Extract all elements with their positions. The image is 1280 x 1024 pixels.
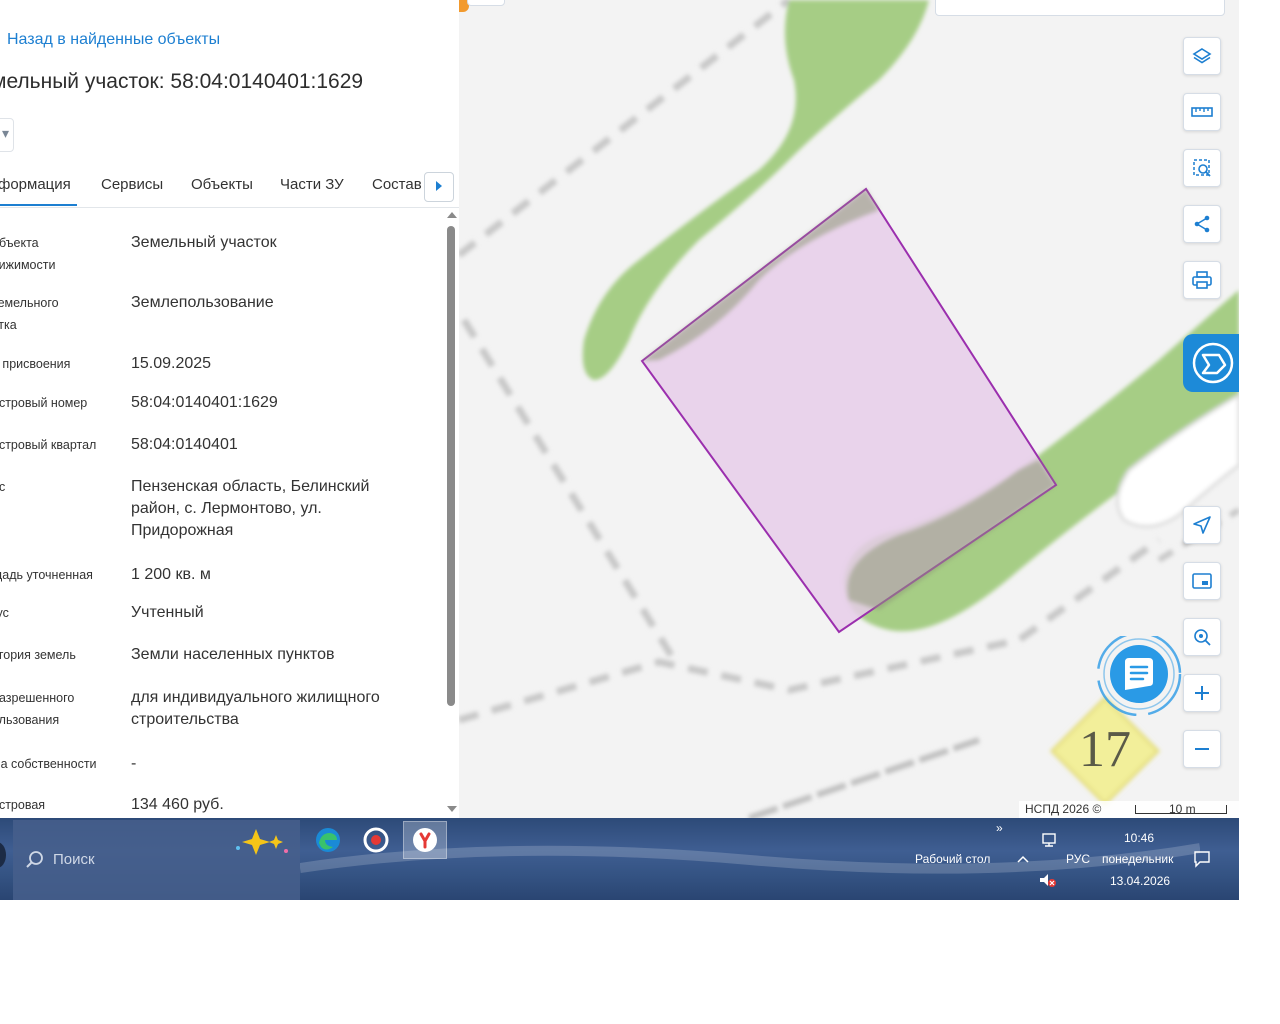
chevron-down-icon: ▾ xyxy=(1,125,9,141)
property-label: а присвоения xyxy=(0,357,71,371)
zoom-in-button[interactable] xyxy=(1183,674,1221,712)
navigate-icon xyxy=(1193,516,1211,534)
map-search-box[interactable] xyxy=(935,0,1225,16)
input-language[interactable]: РУС xyxy=(1066,852,1090,866)
ruler-button[interactable] xyxy=(1183,93,1221,131)
property-value: Земли населенных пунктов xyxy=(131,646,335,663)
property-label: земельногостка xyxy=(0,296,59,332)
property-value: Земельный участок xyxy=(131,234,277,251)
object-info-panel: Назад в найденные объекты мельный участо… xyxy=(0,0,459,818)
locate-icon xyxy=(1194,629,1211,646)
windows-taskbar: Поиск » Рабочий стол РУС 10:46 понедельн… xyxy=(0,818,1239,900)
yandex-browser-icon[interactable] xyxy=(403,821,447,859)
nspd-logo-icon xyxy=(1192,342,1234,384)
tabs-next-button[interactable] xyxy=(424,172,454,202)
zoom-out-button[interactable] xyxy=(1183,730,1221,768)
chevron-right-icon xyxy=(436,181,442,191)
share-icon xyxy=(1194,215,1210,233)
object-title: мельный участок: 58:04:0140401:1629 xyxy=(0,70,364,93)
scale-label: 10 m xyxy=(1169,802,1196,816)
property-label: объектавижимости xyxy=(0,236,56,272)
clock-date[interactable]: 13.04.2026 xyxy=(1110,874,1170,888)
property-value: Пензенская область, Белинский район, с. … xyxy=(131,478,370,539)
clock-time[interactable]: 10:46 xyxy=(1124,831,1154,845)
tab-objects[interactable]: Объекты xyxy=(191,176,253,193)
property-value: Землепользование xyxy=(131,294,274,311)
share-button[interactable] xyxy=(1183,205,1221,243)
dropdown-button[interactable]: ▾ xyxy=(0,118,14,152)
property-label: егория земель xyxy=(0,648,76,662)
map-view[interactable]: 17 НСПД 2026 © 10 m xyxy=(459,0,1239,818)
toolbar-overflow-chevron[interactable]: » xyxy=(996,821,1003,835)
network-icon[interactable] xyxy=(1040,832,1058,848)
tab-services[interactable]: Сервисы xyxy=(101,176,163,193)
chat-widget-button[interactable] xyxy=(1095,636,1183,716)
notifications-icon[interactable] xyxy=(1193,850,1211,868)
zoom-in-icon xyxy=(1195,686,1209,700)
search-icon xyxy=(26,851,43,868)
tab-composition[interactable]: Состав xyxy=(372,176,422,193)
ruler-icon xyxy=(1191,107,1213,117)
volume-muted-icon[interactable] xyxy=(1038,872,1058,888)
back-to-results-link[interactable]: Назад в найденные объекты xyxy=(7,31,220,49)
properties-list: объектавижимости Земельный участок земел… xyxy=(0,208,444,818)
clock-day[interactable]: понедельник xyxy=(1102,852,1173,866)
map-top-button[interactable] xyxy=(467,0,505,6)
select-area-button[interactable] xyxy=(1183,149,1221,187)
property-label: разрешенногоользования xyxy=(0,691,75,727)
property-value: Учтенный xyxy=(131,604,204,621)
minimap-icon xyxy=(1192,573,1212,589)
search-placeholder: Поиск xyxy=(53,851,95,868)
tab-parts[interactable]: Части ЗУ xyxy=(280,176,344,193)
start-button[interactable] xyxy=(0,842,6,868)
scroll-down-arrow[interactable] xyxy=(447,806,457,812)
properties-scrollbar[interactable] xyxy=(444,208,459,818)
chevron-up-icon[interactable] xyxy=(1016,854,1030,864)
property-value: 15.09.2025 xyxy=(131,355,212,372)
desktop-toolbar-label[interactable]: Рабочий стол xyxy=(915,852,990,866)
property-value: 1 200 кв. м xyxy=(131,566,211,583)
property-label: щадь уточненная xyxy=(0,568,93,582)
layers-button[interactable] xyxy=(1183,37,1221,75)
active-tab-indicator xyxy=(0,204,77,206)
copilot-sparkle-icon[interactable] xyxy=(232,823,292,861)
print-button[interactable] xyxy=(1183,261,1221,299)
print-icon xyxy=(1192,271,1212,289)
select-area-icon xyxy=(1193,159,1211,177)
zoom-out-icon xyxy=(1195,748,1209,750)
locate-button[interactable] xyxy=(1183,618,1221,656)
property-value: для индивидуального жилищного строительс… xyxy=(131,689,380,728)
property-value[interactable]: 58:04:0140401 xyxy=(131,434,421,456)
tab-information[interactable]: формация xyxy=(0,176,71,193)
nspd-assistant-button[interactable] xyxy=(1183,334,1239,392)
block-number-text: 17 xyxy=(1079,721,1131,778)
minimap-button[interactable] xyxy=(1183,562,1221,600)
map-attribution: НСПД 2026 © 10 m xyxy=(1019,801,1239,818)
property-label: гус xyxy=(0,606,9,620)
c-app-icon[interactable] xyxy=(354,821,398,859)
scroll-up-arrow[interactable] xyxy=(447,212,457,218)
property-label: ес xyxy=(0,480,6,494)
layers-icon xyxy=(1192,48,1212,64)
attribution-text: НСПД 2026 © xyxy=(1025,802,1102,816)
property-label: астровый квартал xyxy=(0,438,97,452)
chat-icon xyxy=(1125,658,1153,690)
property-value[interactable]: 58:04:0140401:1629 xyxy=(131,392,421,414)
navigate-button[interactable] xyxy=(1183,506,1221,544)
property-value: 134 460 руб. xyxy=(131,796,224,813)
property-label: астровый номер xyxy=(0,396,88,410)
property-label: астровая xyxy=(0,798,46,812)
property-value: - xyxy=(131,755,137,772)
edge-browser-icon[interactable] xyxy=(306,821,350,859)
scroll-thumb[interactable] xyxy=(447,226,455,706)
property-label: ма собственности xyxy=(0,757,97,771)
info-tabs: формация Сервисы Объекты Части ЗУ Состав xyxy=(0,171,459,208)
